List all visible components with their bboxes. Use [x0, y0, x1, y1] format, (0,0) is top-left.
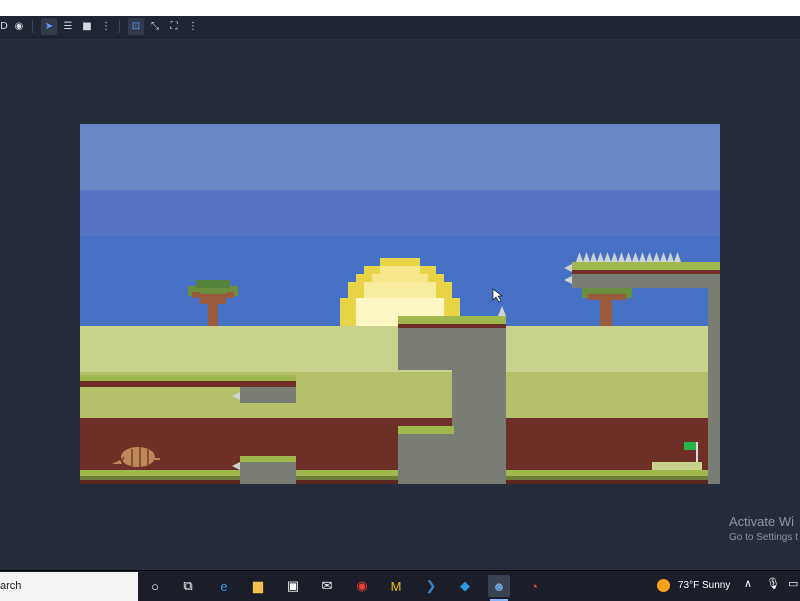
lower-stone-block	[232, 456, 296, 484]
file-explorer-icon[interactable]: ▆	[247, 575, 269, 597]
store-icon[interactable]: ▣	[282, 575, 304, 597]
tray-chevron-icon[interactable]: ∧	[744, 577, 752, 590]
weather-text: 73°F Sunny	[678, 580, 731, 591]
record-app-icon[interactable]: ◔	[523, 575, 545, 597]
microphone-icon[interactable]: 🎙	[766, 577, 780, 590]
powershell-icon[interactable]: ❯	[420, 575, 442, 597]
mail-icon[interactable]: ✉	[316, 575, 338, 597]
vscode-icon[interactable]: ◆	[454, 575, 476, 597]
camera-icon[interactable]: ■	[79, 18, 95, 35]
task-view-icon[interactable]: ⧉	[177, 575, 199, 597]
activate-windows-watermark: Activate Wi Go to Settings t	[729, 514, 798, 543]
weather-widget[interactable]: 73°F Sunny	[657, 579, 730, 592]
chrome-icon[interactable]: ◉	[351, 575, 373, 597]
cortana-icon[interactable]: ○	[144, 575, 166, 597]
toolbar-tools: ◉ ➤ ☰ ■ ⋮ ⊡ ⤡ ⛶ ⋮	[8, 18, 201, 35]
search-text: arch	[0, 580, 22, 592]
sky-band-top	[80, 124, 720, 190]
watermark-line-2: Go to Settings t	[729, 532, 798, 543]
select-pointer-icon[interactable]: ➤	[41, 18, 57, 35]
list-select-icon[interactable]: ☰	[60, 18, 76, 35]
toolbar-left-label: D	[0, 21, 8, 32]
title-bar	[0, 0, 800, 16]
windows-taskbar: arch ○ ⧉ e ▆ ▣ ✉ ◉ M ❯ ◆ ☻ ◔ 73°F Sunny ∧ 🎙 ▭	[0, 570, 800, 601]
fullscreen-icon[interactable]: ⛶	[166, 18, 182, 35]
edge-icon[interactable]: e	[213, 575, 235, 597]
left-ledge-stone	[232, 375, 296, 403]
toolbar-separator	[119, 20, 120, 33]
sky-band-mid	[80, 190, 720, 236]
expand-icon[interactable]: ⤡	[147, 18, 163, 35]
taskbar-search-box[interactable]: arch	[0, 572, 138, 601]
watermark-line-1: Activate Wi	[729, 514, 795, 529]
editor-toolbar: D ◉ ➤ ☰ ■ ⋮ ⊡ ⤡ ⛶ ⋮	[0, 16, 800, 38]
godot-icon[interactable]: ☻	[488, 575, 510, 601]
m-app-icon[interactable]: M	[385, 575, 407, 597]
sun-icon	[657, 579, 670, 592]
eye-icon[interactable]: ◉	[11, 18, 27, 35]
more-options-icon-2[interactable]: ⋮	[185, 18, 201, 35]
toolbar-separator	[32, 20, 33, 33]
game-scene[interactable]	[80, 124, 720, 484]
network-icon[interactable]: ▭	[788, 577, 798, 590]
more-options-icon[interactable]: ⋮	[98, 18, 114, 35]
focus-frame-icon[interactable]: ⊡	[128, 18, 144, 35]
